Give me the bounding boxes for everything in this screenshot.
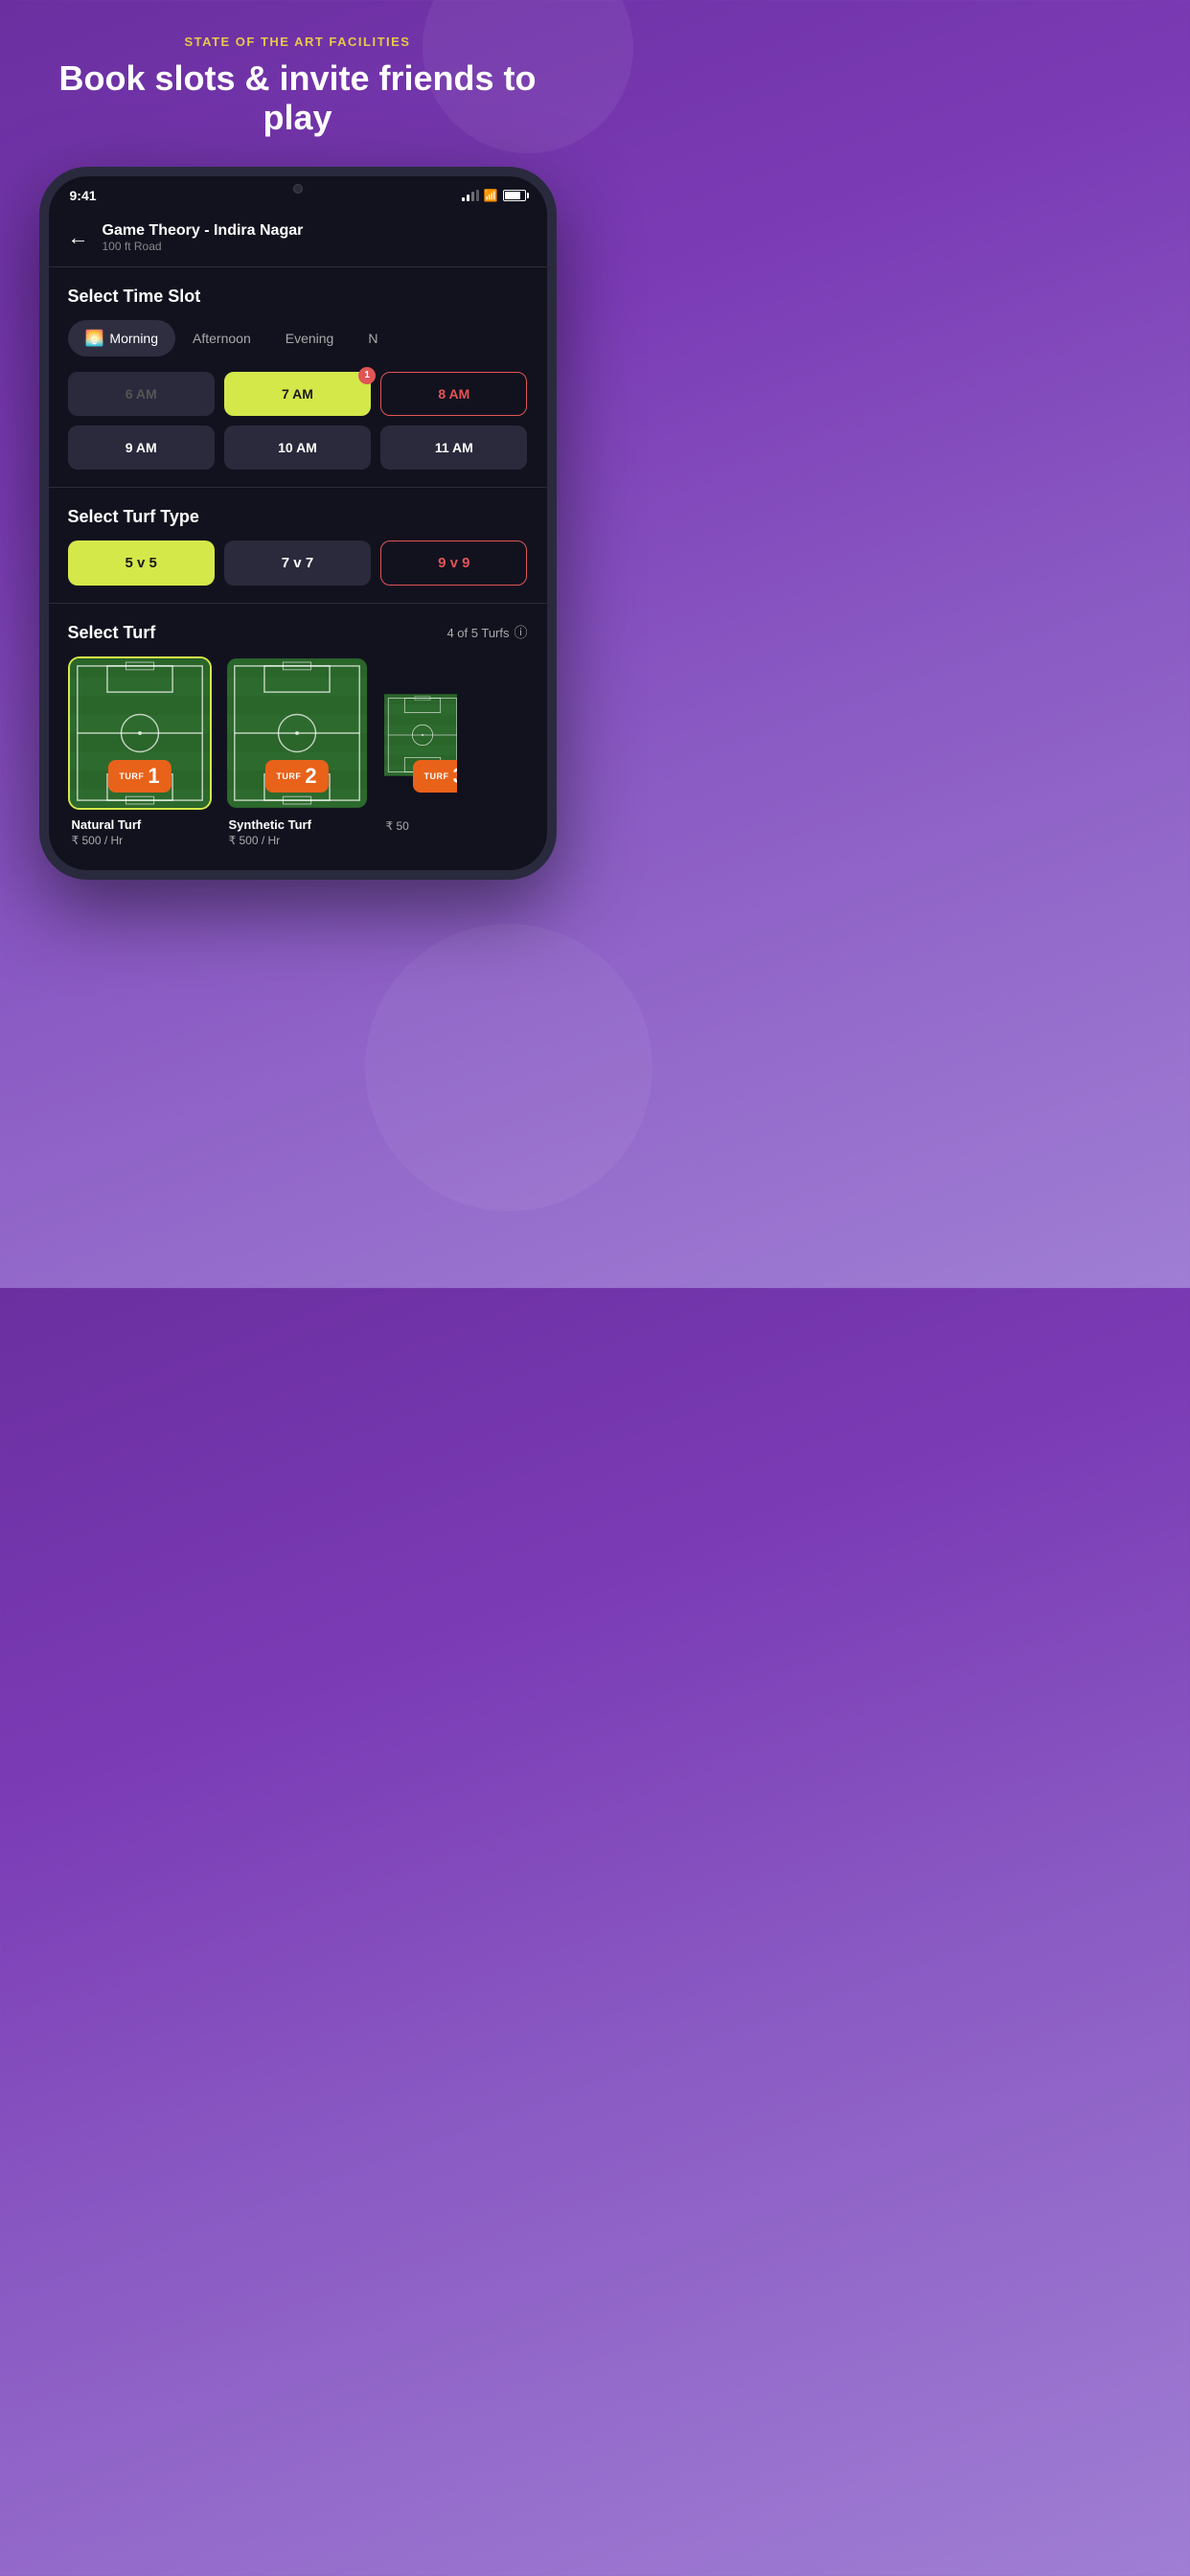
turf-count-wrap: 4 of 5 Turfs ⓘ bbox=[446, 623, 527, 642]
header-section: STATE OF THE ART FACILITIES Book slots &… bbox=[0, 34, 595, 167]
turf-type-title: Select Turf Type bbox=[68, 507, 528, 527]
turf-1-price: ₹ 500 / Hr bbox=[72, 834, 208, 847]
select-turf-header: Select Turf 4 of 5 Turfs ⓘ bbox=[68, 623, 528, 643]
signal-icon bbox=[462, 190, 479, 201]
slot-11am[interactable]: 11 AM bbox=[380, 426, 527, 470]
divider-1 bbox=[49, 266, 547, 267]
back-button[interactable]: ← bbox=[68, 225, 89, 250]
time-slots-grid: 6 AM 7 AM 1 8 AM 9 AM 10 AM bbox=[68, 372, 528, 470]
wifi-icon: 📶 bbox=[484, 189, 498, 202]
notch bbox=[236, 176, 360, 203]
slot-7am-badge: 1 bbox=[358, 367, 376, 384]
status-icons: 📶 bbox=[462, 189, 526, 202]
turf-card-3[interactable]: TURF 3 ₹ 50 bbox=[382, 656, 459, 851]
info-icon[interactable]: ⓘ bbox=[515, 623, 528, 642]
tab-morning-label: Morning bbox=[109, 331, 158, 346]
tab-afternoon[interactable]: Afternoon bbox=[175, 320, 268, 356]
tab-afternoon-label: Afternoon bbox=[193, 331, 251, 346]
slot-7am[interactable]: 7 AM 1 bbox=[224, 372, 371, 416]
tab-night[interactable]: N bbox=[351, 320, 395, 356]
turf-3-badge: TURF 3 bbox=[413, 760, 459, 793]
turf-type-7v7[interactable]: 7 v 7 bbox=[224, 540, 371, 586]
turf-type-section: Select Turf Type 5 v 5 7 v 7 9 v 9 bbox=[49, 492, 547, 599]
divider-3 bbox=[49, 603, 547, 604]
turf-3-image: TURF 3 bbox=[382, 656, 459, 810]
phone-mockup: 9:41 📶 ← Game Theory - Indir bbox=[39, 167, 557, 880]
slot-10am[interactable]: 10 AM bbox=[224, 426, 371, 470]
select-turf-title: Select Turf bbox=[68, 623, 156, 643]
turf-type-5v5[interactable]: 5 v 5 bbox=[68, 540, 215, 586]
slot-8am[interactable]: 8 AM bbox=[380, 372, 527, 416]
turf-2-info: Synthetic Turf ₹ 500 / Hr bbox=[225, 810, 369, 851]
divider-2 bbox=[49, 487, 547, 488]
turf-1-info: Natural Turf ₹ 500 / Hr bbox=[68, 810, 212, 851]
nav-info: Game Theory - Indira Nagar 100 ft Road bbox=[103, 222, 304, 253]
turf-card-2[interactable]: TURF 2 Synthetic Turf ₹ 500 / Hr bbox=[225, 656, 369, 851]
turf-1-name: Natural Turf bbox=[72, 817, 208, 832]
turf-2-badge: TURF 2 bbox=[264, 760, 328, 793]
turf-1-badge: TURF 1 bbox=[107, 760, 171, 793]
main-title: Book slots & invite friends to play bbox=[29, 58, 566, 138]
turf-count: 4 of 5 Turfs bbox=[446, 626, 509, 640]
venue-address: 100 ft Road bbox=[103, 240, 304, 253]
subtitle-label: STATE OF THE ART FACILITIES bbox=[29, 34, 566, 49]
time-slot-section: Select Time Slot 🌅 Morning Afternoon Eve… bbox=[49, 271, 547, 483]
battery-icon bbox=[503, 190, 526, 201]
turf-card-1[interactable]: TURF 1 Natural Turf ₹ 500 / Hr bbox=[68, 656, 212, 851]
turf-2-price: ₹ 500 / Hr bbox=[229, 834, 365, 847]
time-filter-tabs: 🌅 Morning Afternoon Evening N bbox=[68, 320, 528, 356]
bg-circle-bottom bbox=[365, 924, 652, 1211]
turf-type-9v9[interactable]: 9 v 9 bbox=[380, 540, 527, 586]
tab-evening[interactable]: Evening bbox=[268, 320, 352, 356]
venue-name: Game Theory - Indira Nagar bbox=[103, 222, 304, 240]
tab-evening-label: Evening bbox=[286, 331, 334, 346]
select-turf-section: Select Turf 4 of 5 Turfs ⓘ bbox=[49, 608, 547, 870]
turf-3-info: ₹ 50 bbox=[382, 810, 459, 837]
turf-2-name: Synthetic Turf bbox=[229, 817, 365, 832]
sunrise-icon: 🌅 bbox=[85, 329, 104, 348]
turf-cards-row: TURF 1 Natural Turf ₹ 500 / Hr bbox=[68, 656, 528, 861]
camera-dot bbox=[293, 184, 303, 194]
turf-2-image: TURF 2 bbox=[225, 656, 369, 810]
time-slot-title: Select Time Slot bbox=[68, 287, 528, 307]
turf-type-grid: 5 v 5 7 v 7 9 v 9 bbox=[68, 540, 528, 586]
tab-morning[interactable]: 🌅 Morning bbox=[68, 320, 176, 356]
slot-9am[interactable]: 9 AM bbox=[68, 426, 215, 470]
status-time: 9:41 bbox=[70, 188, 97, 203]
top-nav: ← Game Theory - Indira Nagar 100 ft Road bbox=[49, 209, 547, 263]
turf-3-price: ₹ 50 bbox=[386, 819, 455, 833]
phone-content: ← Game Theory - Indira Nagar 100 ft Road… bbox=[49, 209, 547, 870]
tab-night-label: N bbox=[368, 331, 378, 346]
turf-1-image: TURF 1 bbox=[68, 656, 212, 810]
slot-6am[interactable]: 6 AM bbox=[68, 372, 215, 416]
status-bar: 9:41 📶 bbox=[49, 176, 547, 209]
page-wrapper: STATE OF THE ART FACILITIES Book slots &… bbox=[0, 0, 595, 880]
